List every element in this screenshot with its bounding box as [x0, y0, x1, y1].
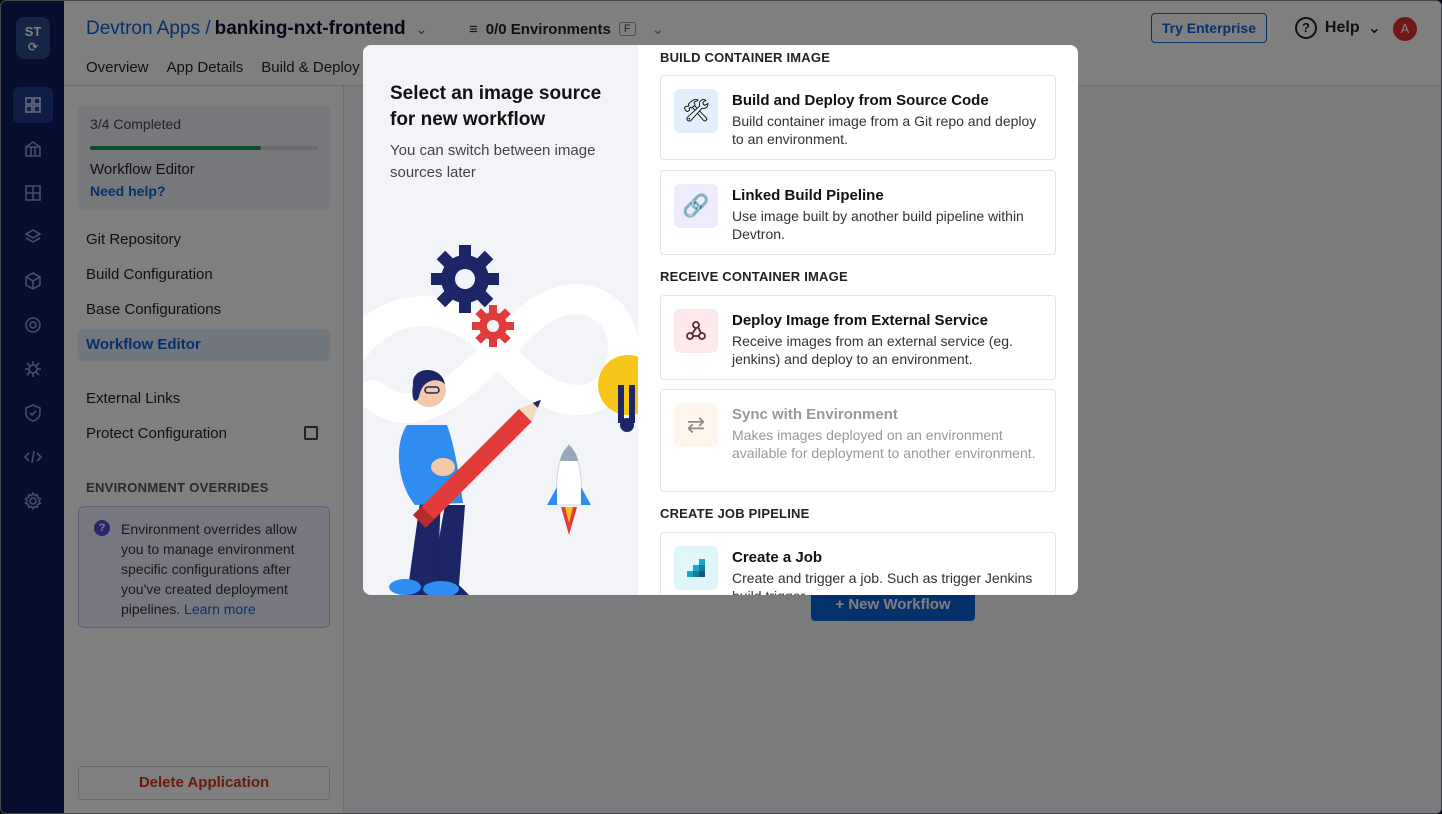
sync-icon: ⇄ — [674, 403, 718, 447]
job-icon — [674, 546, 718, 590]
option-title: Build and Deploy from Source Code — [732, 92, 989, 109]
option-description: Use image built by another build pipelin… — [732, 208, 1024, 242]
option-build-from-source[interactable]: 🛠 Build and Deploy from Source Code Buil… — [660, 75, 1056, 160]
option-create-job[interactable]: Create a Job Create and trigger a job. S… — [660, 532, 1056, 595]
option-description: Receive images from an external service … — [732, 333, 1013, 367]
option-linked-build-pipeline[interactable]: 🔗 Linked Build Pipeline Use image built … — [660, 170, 1056, 255]
option-description: Build container image from a Git repo an… — [732, 113, 1037, 147]
hammer-wrench-icon: 🛠 — [674, 89, 718, 133]
modal-subtitle: You can switch between image sources lat… — [390, 142, 596, 181]
option-title: Create a Job — [732, 549, 823, 566]
workflow-illustration — [363, 245, 638, 595]
modal-intro-panel: Select an image source for new workflow … — [363, 45, 638, 595]
image-source-options: BUILD CONTAINER IMAGE 🛠 Build and Deploy… — [638, 45, 1078, 595]
section-heading-job: CREATE JOB PIPELINE — [660, 506, 810, 521]
option-deploy-external-service[interactable]: Deploy Image from External Service Recei… — [660, 295, 1056, 380]
modal-title: Select an image source for new workflow — [390, 83, 602, 130]
option-title: Linked Build Pipeline — [732, 187, 884, 204]
option-description: Create and trigger a job. Such as trigge… — [732, 570, 1033, 595]
image-source-modal: Select an image source for new workflow … — [363, 45, 1078, 595]
webhook-icon — [674, 309, 718, 353]
option-title: Deploy Image from External Service — [732, 312, 988, 329]
section-heading-build: BUILD CONTAINER IMAGE — [660, 50, 831, 65]
option-title: Sync with Environment — [732, 406, 898, 423]
option-sync-with-environment: ⇄ Sync with Environment Makes images dep… — [660, 389, 1056, 492]
linked-tools-icon: 🔗 — [674, 184, 718, 228]
section-heading-receive: RECEIVE CONTAINER IMAGE — [660, 269, 848, 284]
option-description: Makes images deployed on an environment … — [732, 427, 1036, 461]
